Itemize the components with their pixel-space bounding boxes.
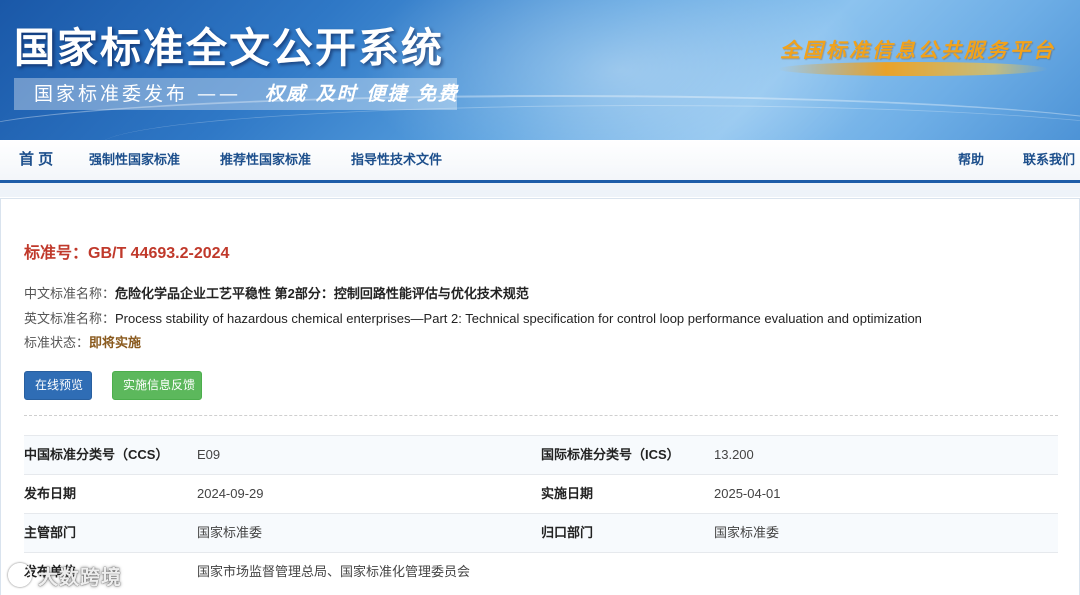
implement-date-label: 实施日期 bbox=[541, 486, 594, 501]
ics-value: 13.200 bbox=[714, 447, 754, 462]
details-table: 中国标准分类号（CCS） E09 国际标准分类号（ICS） 13.200 发布日… bbox=[24, 435, 1058, 591]
ics-label: 国际标准分类号（ICS） bbox=[541, 447, 680, 462]
en-name-label: 英文标准名称： bbox=[24, 311, 116, 326]
responsible-dept-label: 归口部门 bbox=[541, 525, 594, 540]
table-row: 发布单位 国家市场监督管理总局、国家标准化管理委员会 bbox=[24, 552, 1058, 591]
site-subtitle-left: 国家标准委发布 —— bbox=[34, 83, 242, 105]
nav-contact-us[interactable]: 联系我们 bbox=[1023, 140, 1075, 180]
nav-help[interactable]: 帮助 bbox=[958, 140, 984, 180]
platform-slogan: 全国标准信息公共服务平台 bbox=[780, 38, 1056, 62]
nav-guidance-documents[interactable]: 指导性技术文件 bbox=[351, 140, 442, 180]
table-row: 发布日期 2024-09-29 实施日期 2025-04-01 bbox=[24, 474, 1058, 513]
standard-number-heading: 标准号：GB/T 44693.2-2024 bbox=[24, 239, 229, 263]
table-row: 主管部门 国家标准委 归口部门 国家标准委 bbox=[24, 513, 1058, 552]
platform-swoosh bbox=[778, 62, 1048, 76]
watermark: 大数跨境 bbox=[8, 561, 122, 590]
implementation-feedback-button[interactable]: 实施信息反馈 bbox=[112, 371, 202, 400]
implement-date-value: 2025-04-01 bbox=[714, 486, 781, 501]
cn-name-value: 危险化学品企业工艺平稳性 第2部分：控制回路性能评估与优化技术规范 bbox=[115, 286, 529, 301]
nav-home[interactable]: 首 页 bbox=[19, 140, 53, 180]
site-title: 国家标准全文公开系统 bbox=[14, 24, 444, 72]
online-preview-button[interactable]: 在线预览 bbox=[24, 371, 92, 400]
en-name-row: 英文标准名称：Process stability of hazardous ch… bbox=[24, 308, 922, 327]
section-divider bbox=[24, 415, 1058, 416]
watermark-text: 大数跨境 bbox=[38, 567, 122, 589]
ccs-value: E09 bbox=[197, 447, 221, 462]
nav-recommended-standards[interactable]: 推荐性国家标准 bbox=[220, 140, 311, 180]
competent-dept-value: 国家标准委 bbox=[197, 525, 263, 540]
status-row: 标准状态：即将实施 bbox=[24, 332, 141, 351]
watermark-logo-icon bbox=[8, 563, 32, 587]
issuing-org-value: 国家市场监督管理总局、国家标准化管理委员会 bbox=[197, 564, 471, 579]
status-label: 标准状态： bbox=[24, 335, 90, 350]
en-name-value: Process stability of hazardous chemical … bbox=[115, 311, 922, 326]
site-subtitle: 国家标准委发布 —— 权威 及时 便捷 免费 bbox=[14, 78, 457, 110]
table-row: 中国标准分类号（CCS） E09 国际标准分类号（ICS） 13.200 bbox=[24, 435, 1058, 474]
publish-date-label: 发布日期 bbox=[24, 486, 77, 501]
standard-number-label: 标准号： bbox=[24, 245, 89, 262]
nav-mandatory-standards[interactable]: 强制性国家标准 bbox=[89, 140, 180, 180]
ccs-label: 中国标准分类号（CCS） bbox=[24, 447, 169, 462]
competent-dept-label: 主管部门 bbox=[24, 525, 77, 540]
standard-detail-panel: 标准号：GB/T 44693.2-2024 中文标准名称：危险化学品企业工艺平稳… bbox=[0, 198, 1080, 595]
nav-separator bbox=[0, 183, 1080, 197]
main-nav: 首 页 强制性国家标准 推荐性国家标准 指导性技术文件 帮助 联系我们 bbox=[0, 140, 1080, 183]
site-subtitle-right: 权威 及时 便捷 免费 bbox=[265, 83, 459, 105]
status-value: 即将实施 bbox=[89, 335, 142, 350]
publish-date-value: 2024-09-29 bbox=[197, 486, 264, 501]
responsible-dept-value: 国家标准委 bbox=[714, 525, 780, 540]
cn-name-label: 中文标准名称： bbox=[24, 286, 116, 301]
header-banner: 国家标准全文公开系统 国家标准委发布 —— 权威 及时 便捷 免费 全国标准信息… bbox=[0, 0, 1080, 140]
standard-number: GB/T 44693.2-2024 bbox=[88, 245, 230, 262]
cn-name-row: 中文标准名称：危险化学品企业工艺平稳性 第2部分：控制回路性能评估与优化技术规范 bbox=[24, 283, 529, 302]
